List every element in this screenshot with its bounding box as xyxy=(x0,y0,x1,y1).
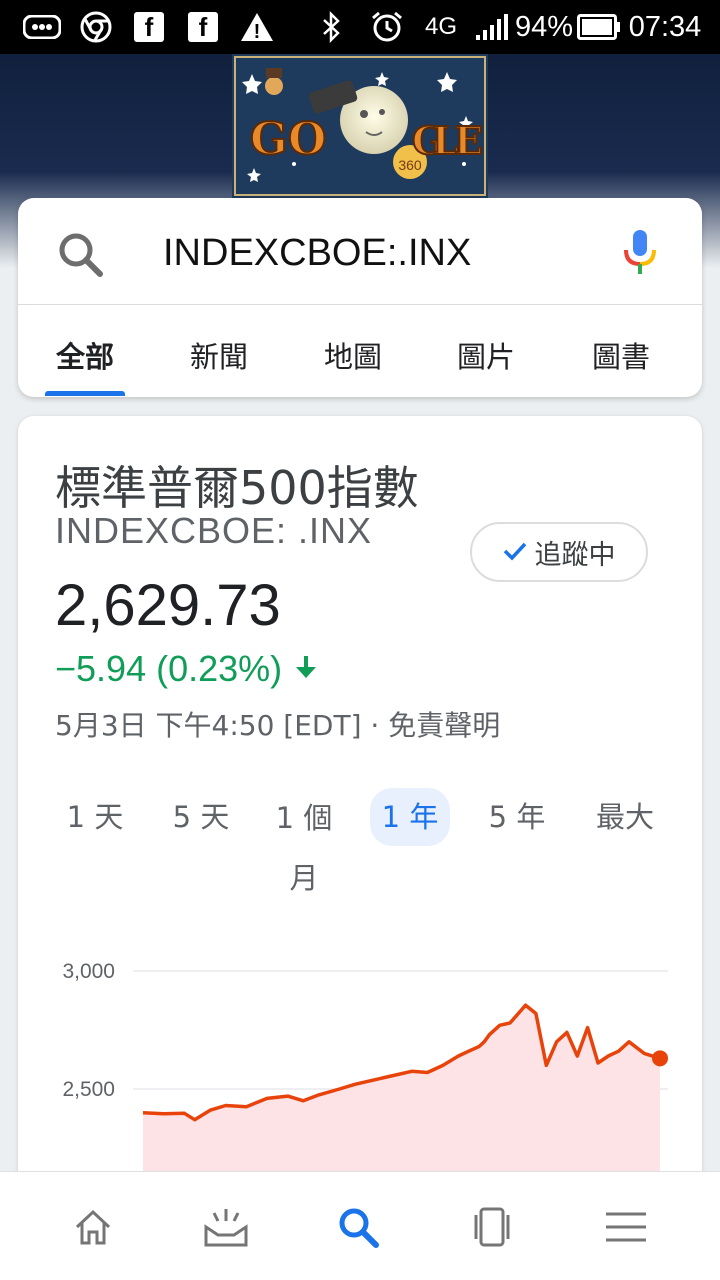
check-icon xyxy=(503,537,527,568)
divider xyxy=(18,304,702,305)
price: 2,629.73 xyxy=(55,573,281,638)
change-value: −5.94 (0.23%) xyxy=(55,648,283,689)
search-icon[interactable] xyxy=(56,230,106,280)
index-name: 標準普爾500指數 xyxy=(55,461,419,515)
search-icon[interactable] xyxy=(328,1197,388,1257)
ticker-symbol: INDEXCBOE: .INX xyxy=(55,510,373,551)
range-max[interactable]: 最大 xyxy=(580,788,670,846)
bottom-nav xyxy=(0,1171,720,1280)
facebook-icon: f xyxy=(186,0,220,54)
voicemail-icon xyxy=(22,0,62,54)
finance-card: 標準普爾500指數 INDEXCBOE: .INX 追蹤中 2,629.73 −… xyxy=(18,416,702,1236)
bluetooth-icon xyxy=(318,0,346,54)
svg-text:G: G xyxy=(250,114,288,165)
chrome-icon xyxy=(78,0,114,54)
timestamp-disclaimer: 5月3日 下午4:50 [EDT] · 免責聲明 xyxy=(55,709,501,742)
battery-percent: 94% xyxy=(514,10,574,43)
home-icon[interactable] xyxy=(63,1197,123,1257)
y-tick-2500: 2,500 xyxy=(62,1078,115,1101)
range-1y[interactable]: 1 年 xyxy=(370,788,450,846)
menu-icon[interactable] xyxy=(596,1197,656,1257)
google-doodle[interactable]: G O G L E 360 xyxy=(232,54,488,198)
search-input[interactable]: INDEXCBOE:.INX xyxy=(163,232,471,275)
active-tab-indicator xyxy=(45,391,125,396)
tabs-icon[interactable] xyxy=(462,1197,522,1257)
price-change: −5.94 (0.23%) xyxy=(55,648,320,690)
tab-maps[interactable]: 地圖 xyxy=(298,334,408,376)
network-type: 4G xyxy=(424,13,457,40)
tab-books[interactable]: 圖書 xyxy=(566,334,676,376)
tab-news[interactable]: 新聞 xyxy=(164,334,274,376)
search-card: INDEXCBOE:.INX 全部 新聞 地圖 圖片 圖書 xyxy=(18,198,702,397)
svg-text:O: O xyxy=(288,114,326,165)
chart-endpoint xyxy=(652,1050,668,1067)
follow-label: 追蹤中 xyxy=(534,539,616,571)
battery-icon xyxy=(576,0,622,54)
follow-button[interactable]: 追蹤中 xyxy=(470,522,648,582)
y-tick-3000: 3,000 xyxy=(62,960,115,983)
svg-text:360: 360 xyxy=(398,157,422,173)
range-5d[interactable]: 5 天 xyxy=(156,788,246,846)
range-1d[interactable]: 1 天 xyxy=(50,788,140,846)
arrow-down-icon xyxy=(292,648,320,690)
feed-icon[interactable] xyxy=(196,1197,256,1257)
signal-icon xyxy=(474,0,510,54)
clock: 07:34 xyxy=(628,10,702,43)
warning-icon: ! xyxy=(238,0,276,54)
status-bar: f f ! 4G 94% 07:34 xyxy=(0,0,720,54)
mic-icon[interactable] xyxy=(620,228,660,278)
range-1m[interactable]: 1 個月 xyxy=(262,788,346,908)
facebook-icon: f xyxy=(132,0,166,54)
svg-text:!: ! xyxy=(254,21,261,43)
alarm-icon xyxy=(368,0,406,54)
svg-text:E: E xyxy=(454,118,483,163)
tab-all[interactable]: 全部 xyxy=(30,334,140,376)
tab-images[interactable]: 圖片 xyxy=(431,334,541,376)
range-5y[interactable]: 5 年 xyxy=(472,788,562,846)
